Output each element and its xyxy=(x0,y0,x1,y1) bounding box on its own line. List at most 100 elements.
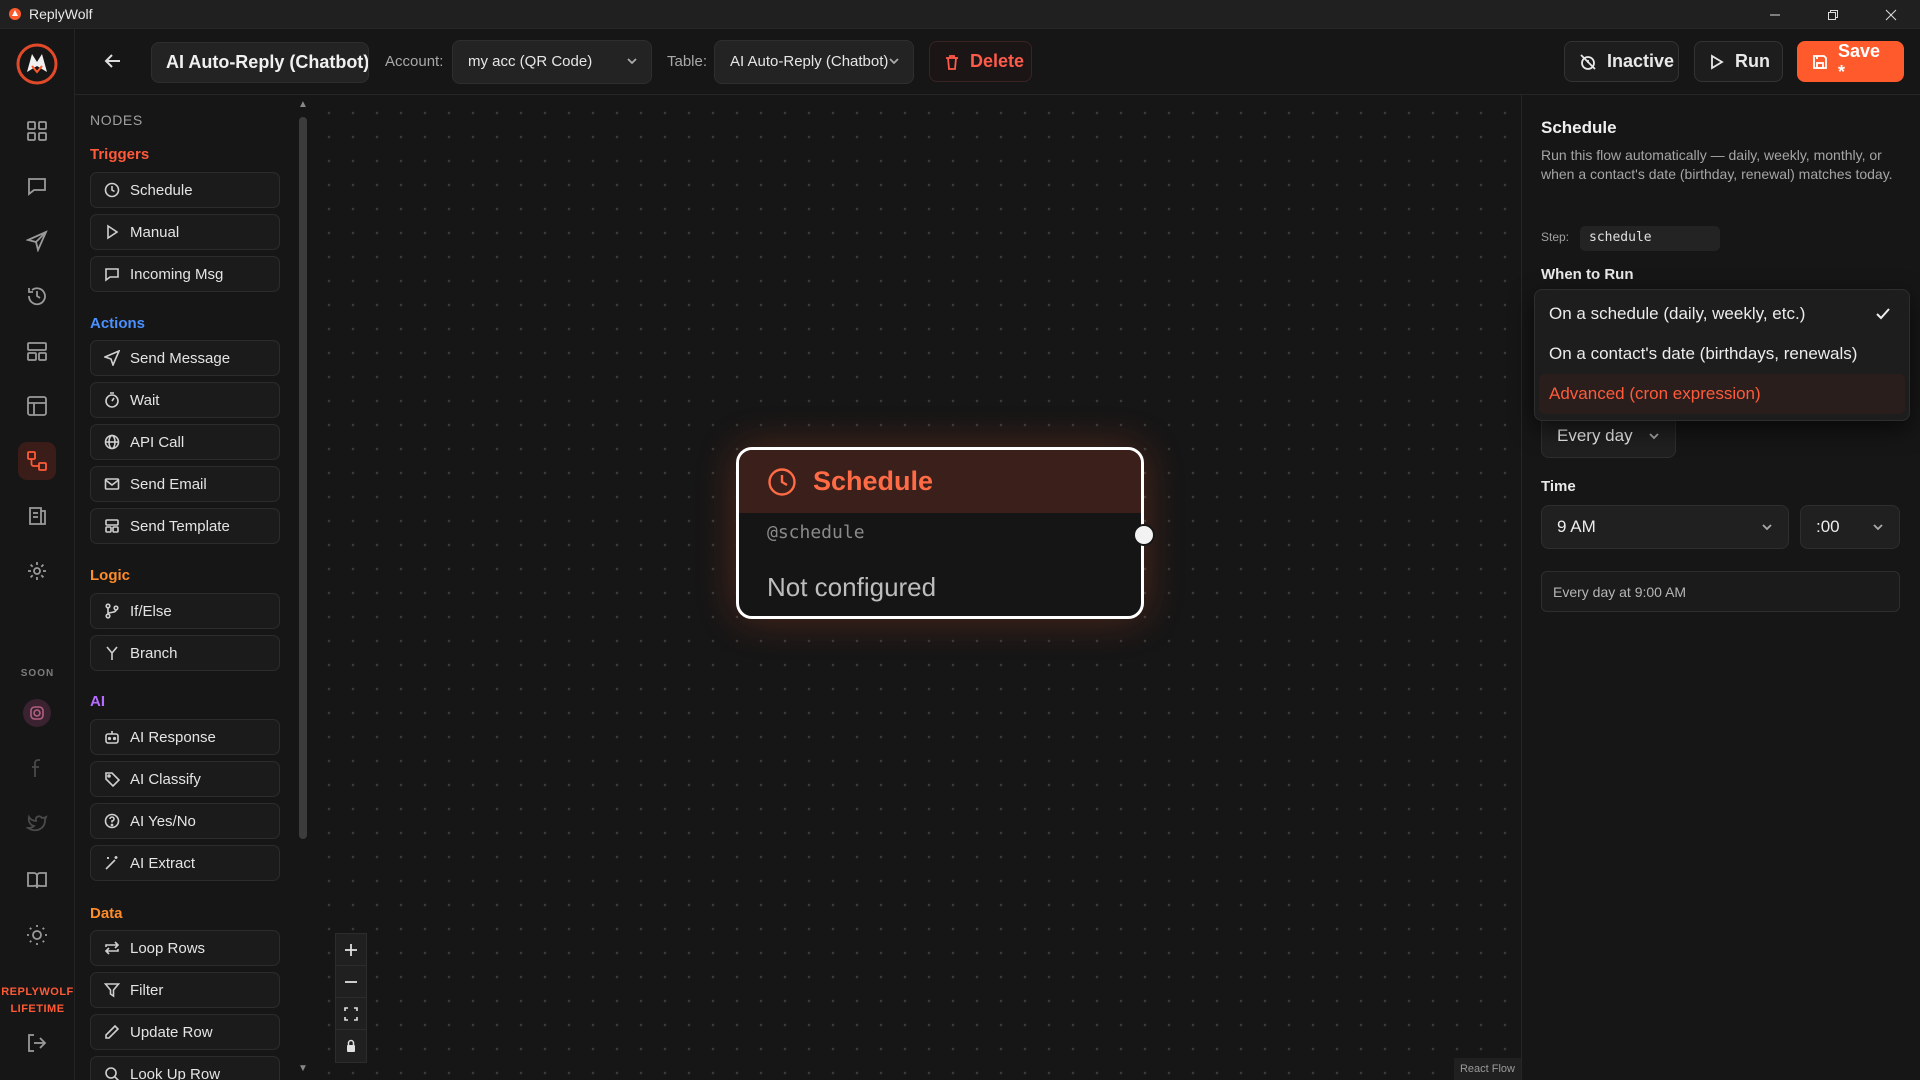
check-icon xyxy=(1875,306,1891,322)
save-button-label: Save * xyxy=(1838,40,1881,82)
node-output-handle[interactable] xyxy=(1133,524,1155,546)
step-label: Step: xyxy=(1541,230,1570,244)
node-send-message[interactable]: Send Message xyxy=(90,340,280,376)
alarm-off-icon xyxy=(1579,53,1597,71)
node-label: Filter xyxy=(130,981,164,999)
table-select-value: AI Auto-Reply (Chatbot) xyxy=(730,53,889,70)
pencil-icon xyxy=(104,1024,120,1040)
schedule-node[interactable]: Schedule @schedule Not configured xyxy=(736,447,1155,619)
dashboard-icon[interactable] xyxy=(18,112,56,150)
twitter-icon xyxy=(18,804,56,842)
save-button[interactable]: Save * xyxy=(1797,41,1904,82)
node-branch[interactable]: Branch xyxy=(90,635,280,671)
account-select[interactable]: my acc (QR Code) xyxy=(452,40,652,84)
node-label: Manual xyxy=(130,223,180,241)
logout-icon[interactable] xyxy=(18,1024,56,1062)
run-button-label: Run xyxy=(1735,51,1770,71)
flow-canvas[interactable]: Schedule @schedule Not configured React … xyxy=(311,95,1521,1080)
tag-icon xyxy=(104,771,120,787)
node-label: Send Email xyxy=(130,475,207,493)
back-arrow-icon[interactable] xyxy=(95,43,131,79)
node-incoming-msg[interactable]: Incoming Msg xyxy=(90,256,280,292)
left-nav-rail: SOON REPLYWOLF LIFETIME xyxy=(0,29,75,1080)
docs-book-icon[interactable] xyxy=(18,861,56,899)
minute-value: :00 xyxy=(1816,517,1840,536)
node-ai-classify[interactable]: AI Classify xyxy=(90,761,280,797)
node-send-template[interactable]: Send Template xyxy=(90,508,280,544)
react-flow-attribution[interactable]: React Flow xyxy=(1453,1058,1521,1080)
history-icon[interactable] xyxy=(18,277,56,315)
brand-plan-label: REPLYWOLF LIFETIME xyxy=(1,986,74,1015)
hour-select[interactable]: 9 AM xyxy=(1541,505,1789,549)
node-look-up-row[interactable]: Look Up Row xyxy=(90,1056,280,1080)
panel-title: Schedule xyxy=(1541,118,1617,137)
close-window-button[interactable] xyxy=(1862,0,1920,29)
node-ai-response[interactable]: AI Response xyxy=(90,719,280,755)
zoom-out-icon[interactable] xyxy=(336,966,366,998)
send-icon[interactable] xyxy=(18,222,56,260)
node-manual[interactable]: Manual xyxy=(90,214,280,250)
category-actions: Actions xyxy=(90,315,146,332)
run-button[interactable]: Run xyxy=(1694,41,1783,82)
scrollbar-thumb[interactable] xyxy=(299,117,307,839)
node-wait[interactable]: Wait xyxy=(90,382,280,418)
templates-icon[interactable] xyxy=(18,332,56,370)
category-triggers: Triggers xyxy=(90,146,150,163)
scroll-down-arrow-icon[interactable]: ▼ xyxy=(297,1063,309,1075)
chat-icon[interactable] xyxy=(18,167,56,205)
option-contact-date[interactable]: On a contact's date (birthdays, renewals… xyxy=(1539,334,1905,374)
flow-name-input[interactable]: AI Auto-Reply (Chatbot) xyxy=(151,42,369,83)
fit-view-icon[interactable] xyxy=(336,998,366,1030)
option-advanced-cron[interactable]: Advanced (cron expression) xyxy=(1539,374,1905,414)
logs-icon[interactable] xyxy=(18,497,56,535)
zoom-in-icon[interactable] xyxy=(336,934,366,966)
inactive-toggle-button[interactable]: Inactive xyxy=(1564,41,1679,82)
lock-icon[interactable] xyxy=(336,1030,366,1062)
node-label: AI Yes/No xyxy=(130,812,196,830)
minimize-button[interactable] xyxy=(1746,0,1804,29)
bot-icon xyxy=(104,729,120,745)
node-label: Branch xyxy=(130,644,178,662)
step-id-field[interactable]: schedule xyxy=(1580,226,1720,251)
palette-scrollbar[interactable]: ▲ ▼ xyxy=(295,95,311,1080)
node-ai-extract[interactable]: AI Extract xyxy=(90,845,280,881)
when-to-run-dropdown: On a schedule (daily, weekly, etc.) On a… xyxy=(1534,289,1910,421)
node-ai-yes-no[interactable]: AI Yes/No xyxy=(90,803,280,839)
flows-icon[interactable] xyxy=(18,442,56,480)
globe-icon xyxy=(104,434,120,450)
node-update-row[interactable]: Update Row xyxy=(90,1014,280,1050)
node-filter[interactable]: Filter xyxy=(90,972,280,1008)
node-schedule[interactable]: Schedule xyxy=(90,172,280,208)
schedule-summary: Every day at 9:00 AM xyxy=(1541,571,1900,612)
inactive-button-label: Inactive xyxy=(1607,51,1675,71)
instagram-icon xyxy=(18,694,56,732)
node-label: API Call xyxy=(130,433,185,451)
chevron-down-icon xyxy=(1647,429,1661,443)
trash-icon xyxy=(944,54,960,70)
node-label: Loop Rows xyxy=(130,939,206,957)
flow-toolbar: AI Auto-Reply (Chatbot) Account: my acc … xyxy=(75,29,1920,95)
when-to-run-label: When to Run xyxy=(1541,266,1634,283)
floppy-disk-icon xyxy=(1812,54,1828,70)
settings-icon[interactable] xyxy=(18,552,56,590)
restore-button[interactable] xyxy=(1804,0,1862,29)
option-on-schedule[interactable]: On a schedule (daily, weekly, etc.) xyxy=(1539,294,1905,334)
node-if-else[interactable]: If/Else xyxy=(90,593,280,629)
panel-description: Run this flow automatically — daily, wee… xyxy=(1541,147,1893,182)
node-send-email[interactable]: Send Email xyxy=(90,466,280,502)
minute-select[interactable]: :00 xyxy=(1800,505,1900,549)
delete-button[interactable]: Delete xyxy=(929,41,1032,82)
message-icon xyxy=(104,266,120,282)
window-title: ReplyWolf xyxy=(29,6,93,22)
theme-sun-icon[interactable] xyxy=(18,916,56,954)
frequency-value: Every day xyxy=(1557,426,1633,445)
table-select[interactable]: AI Auto-Reply (Chatbot) xyxy=(714,40,914,84)
play-icon xyxy=(1709,53,1725,70)
chevron-down-icon xyxy=(887,54,901,68)
node-loop-rows[interactable]: Loop Rows xyxy=(90,930,280,966)
chevron-down-icon xyxy=(1871,520,1885,534)
scroll-up-arrow-icon[interactable]: ▲ xyxy=(297,99,309,111)
node-api-call[interactable]: API Call xyxy=(90,424,280,460)
wolf-logo-icon[interactable] xyxy=(15,42,59,86)
table-icon[interactable] xyxy=(18,387,56,425)
